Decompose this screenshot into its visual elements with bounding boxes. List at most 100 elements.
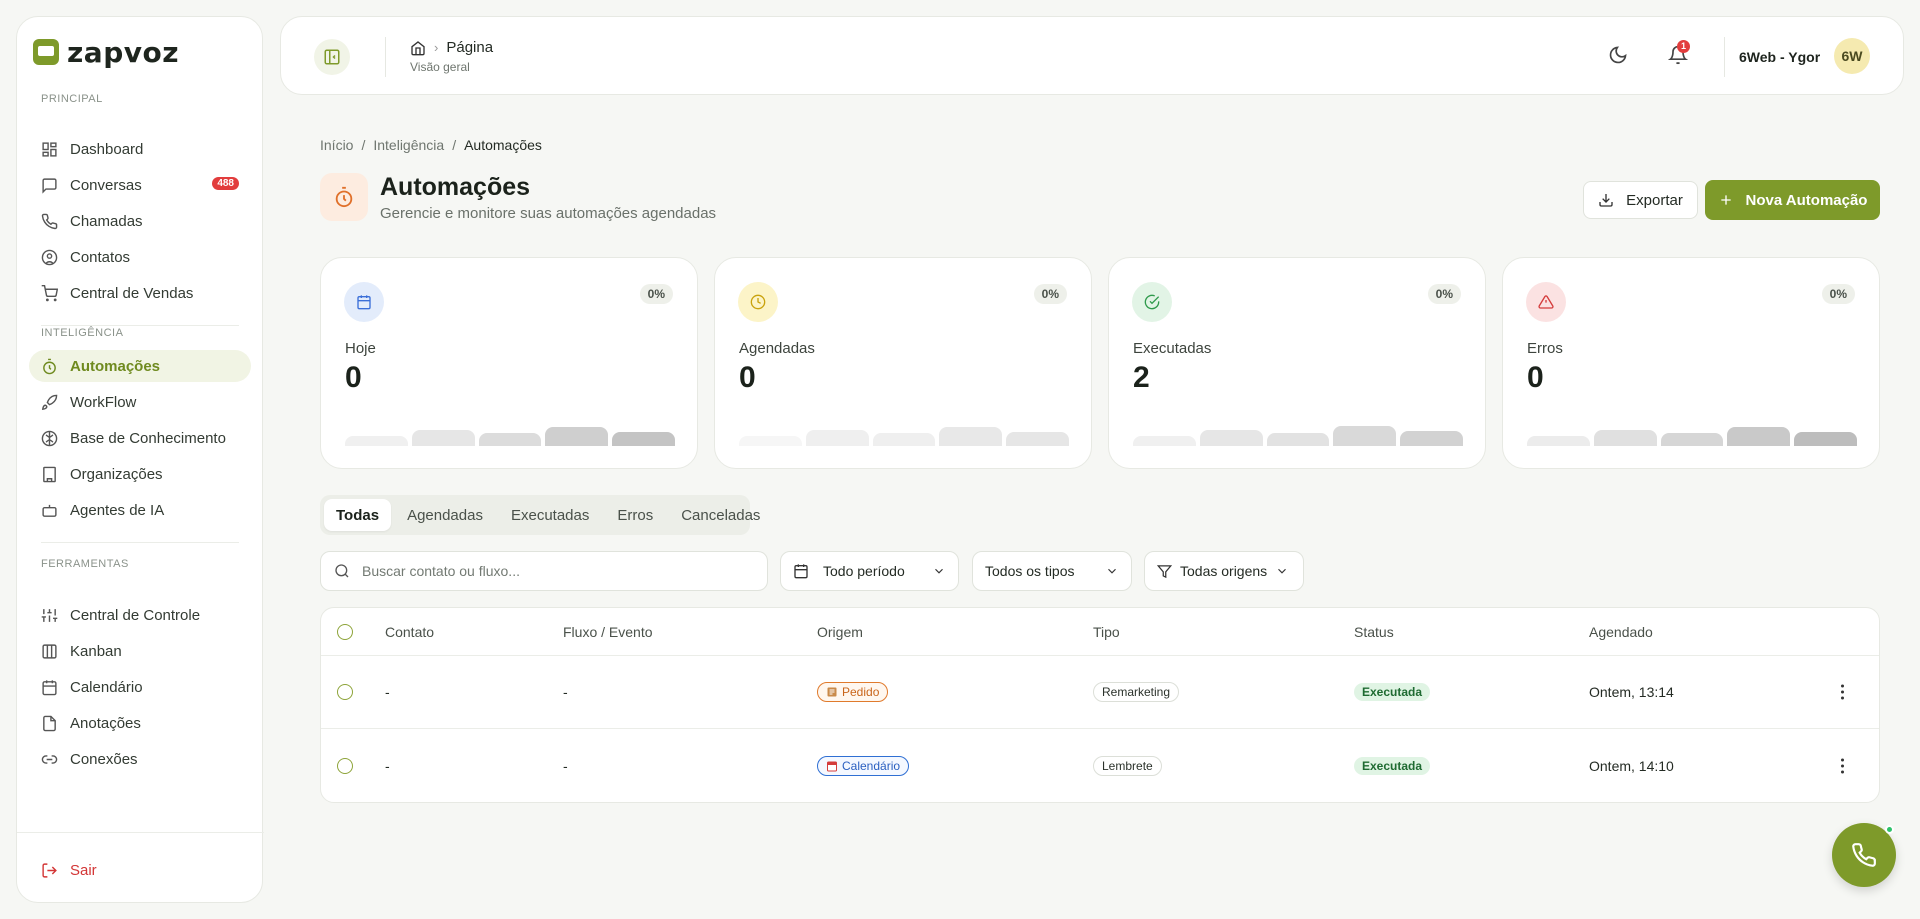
sidebar-item-contatos[interactable]: Contatos bbox=[29, 241, 251, 273]
logout-button[interactable]: Sair bbox=[29, 854, 251, 886]
tab-executadas[interactable]: Executadas bbox=[499, 499, 601, 531]
sidebar-item-agentes-de-ia[interactable]: Agentes de IA bbox=[29, 494, 251, 526]
stat-card-hoje: 0% Hoje 0 bbox=[320, 257, 698, 469]
sliders-icon bbox=[41, 608, 58, 622]
logo[interactable]: zapvoz bbox=[33, 35, 180, 69]
chevron-down-icon bbox=[935, 568, 943, 574]
sidebar-item-kanban[interactable]: Kanban bbox=[29, 635, 251, 667]
notification-badge: 1 bbox=[1677, 40, 1690, 53]
stat-percent: 0% bbox=[1427, 284, 1461, 304]
moon-icon bbox=[1609, 46, 1627, 64]
origin-badge: Pedido bbox=[817, 682, 889, 702]
search-box bbox=[320, 551, 768, 591]
sidebar-item-organizacoes[interactable]: Organizações bbox=[29, 458, 251, 490]
sidebar: zapvoz PRINCIPAL Dashboard Conversas 488… bbox=[16, 16, 264, 903]
column-header-status[interactable]: Status bbox=[1354, 624, 1394, 640]
sidebar-item-label: Agentes de IA bbox=[70, 501, 165, 519]
sidebar-item-central-de-vendas[interactable]: Central de Vendas bbox=[29, 277, 251, 309]
spark-bar bbox=[1199, 430, 1263, 446]
building-icon bbox=[43, 466, 56, 482]
filter-tabs: Todas Agendadas Executadas Erros Cancela… bbox=[320, 495, 760, 535]
table-row[interactable]: - - Calendário Lembrete Executada Ontem,… bbox=[321, 729, 1879, 802]
panel-left-icon bbox=[324, 49, 340, 65]
row-menu-button[interactable] bbox=[1841, 758, 1845, 773]
sidebar-item-conversas[interactable]: Conversas 488 bbox=[29, 169, 251, 201]
stat-value: 0 bbox=[739, 361, 756, 394]
spark-bar bbox=[939, 427, 1003, 446]
conversas-badge: 488 bbox=[212, 177, 239, 190]
origin-badge: Calendário bbox=[817, 755, 910, 776]
sidebar-item-dashboard[interactable]: Dashboard bbox=[29, 133, 251, 165]
tab-todas[interactable]: Todas bbox=[324, 499, 392, 531]
section-title-ferramentas: FERRAMENTAS bbox=[41, 558, 129, 570]
page-subtitle: Gerencie e monitore suas automações agen… bbox=[380, 205, 717, 222]
column-header-tipo[interactable]: Tipo bbox=[1093, 624, 1120, 640]
plus-icon bbox=[1720, 195, 1731, 205]
logo-text: zapvoz bbox=[67, 35, 180, 69]
sidebar-divider bbox=[41, 325, 239, 326]
row-checkbox[interactable] bbox=[337, 684, 353, 700]
sidebar-item-calendario[interactable]: Calendário bbox=[29, 671, 251, 703]
sidebar-item-label: Conversas bbox=[70, 176, 142, 194]
call-fab-button[interactable] bbox=[1832, 823, 1896, 887]
stat-label: Erros bbox=[1527, 340, 1563, 357]
sidebar-item-workflow[interactable]: WorkFlow bbox=[29, 386, 251, 418]
home-icon[interactable] bbox=[410, 40, 426, 56]
dashboard-icon bbox=[42, 141, 57, 157]
table-row[interactable]: - - Pedido Remarketing Executada Ontem, … bbox=[321, 656, 1879, 729]
spark-bar bbox=[1266, 433, 1330, 446]
cell-origem: Pedido bbox=[817, 682, 889, 702]
sidebar-item-anotacoes[interactable]: Anotações bbox=[29, 707, 251, 739]
column-header-contato[interactable]: Contato bbox=[385, 624, 434, 640]
chat-icon bbox=[42, 177, 57, 194]
notifications-button[interactable]: 1 bbox=[1667, 40, 1690, 70]
spark-bar bbox=[739, 436, 802, 446]
section-title-principal: PRINCIPAL bbox=[41, 93, 103, 105]
theme-toggle-button[interactable] bbox=[1608, 45, 1628, 70]
tab-erros[interactable]: Erros bbox=[605, 499, 665, 531]
sidebar-item-central-de-controle[interactable]: Central de Controle bbox=[29, 599, 251, 631]
cell-contato: - bbox=[385, 684, 390, 700]
kanban-icon bbox=[42, 643, 57, 659]
new-automation-button[interactable]: Nova Automação bbox=[1705, 180, 1880, 220]
sidebar-item-label: Calendário bbox=[70, 678, 143, 696]
sidebar-item-automacoes[interactable]: Automações bbox=[29, 350, 251, 382]
search-input[interactable] bbox=[362, 563, 742, 579]
column-header-origem[interactable]: Origem bbox=[817, 624, 863, 640]
spark-bar bbox=[872, 433, 936, 446]
user-name[interactable]: 6Web - Ygor bbox=[1739, 49, 1820, 65]
sidebar-item-label: Central de Controle bbox=[70, 606, 201, 624]
sidebar-item-base-de-conhecimento[interactable]: Base de Conhecimento bbox=[29, 422, 251, 454]
tab-agendadas[interactable]: Agendadas bbox=[395, 499, 495, 531]
origin-badge-label: Calendário bbox=[842, 758, 901, 773]
origins-filter[interactable]: Todas origens bbox=[1144, 551, 1304, 591]
alert-icon bbox=[1538, 295, 1554, 309]
breadcrumb-separator: / bbox=[361, 137, 366, 153]
download-icon bbox=[1599, 194, 1613, 207]
select-all-checkbox[interactable] bbox=[337, 623, 353, 640]
avatar[interactable]: 6W bbox=[1834, 38, 1870, 74]
sidebar-toggle-button[interactable] bbox=[314, 39, 350, 75]
row-menu-button[interactable] bbox=[1841, 684, 1845, 700]
stat-card-agendadas: 0% Agendadas 0 bbox=[714, 257, 1092, 469]
period-filter[interactable]: Todo período bbox=[780, 551, 959, 591]
stat-value: 2 bbox=[1133, 361, 1150, 394]
breadcrumb-inteligencia[interactable]: Inteligência bbox=[373, 137, 444, 153]
cart-icon bbox=[41, 284, 58, 301]
stat-icon-wrap bbox=[738, 282, 778, 322]
row-checkbox[interactable] bbox=[337, 757, 353, 774]
sidebar-item-conexoes[interactable]: Conexões bbox=[29, 743, 251, 775]
sidebar-item-label: Conexões bbox=[70, 750, 138, 768]
phone-icon bbox=[1852, 843, 1876, 867]
export-button[interactable]: Exportar bbox=[1583, 181, 1698, 219]
contact-icon bbox=[41, 249, 58, 265]
spark-bar bbox=[545, 427, 609, 446]
column-header-fluxo[interactable]: Fluxo / Evento bbox=[563, 624, 653, 640]
types-filter[interactable]: Todos os tipos bbox=[972, 551, 1132, 591]
sidebar-item-chamadas[interactable]: Chamadas bbox=[29, 205, 251, 237]
sidebar-item-label: Base de Conhecimento bbox=[70, 429, 226, 447]
breadcrumb-inicio[interactable]: Início bbox=[320, 137, 353, 153]
column-header-agendado[interactable]: Agendado bbox=[1589, 624, 1653, 640]
tab-canceladas[interactable]: Canceladas bbox=[669, 499, 772, 531]
stat-label: Hoje bbox=[345, 340, 376, 357]
